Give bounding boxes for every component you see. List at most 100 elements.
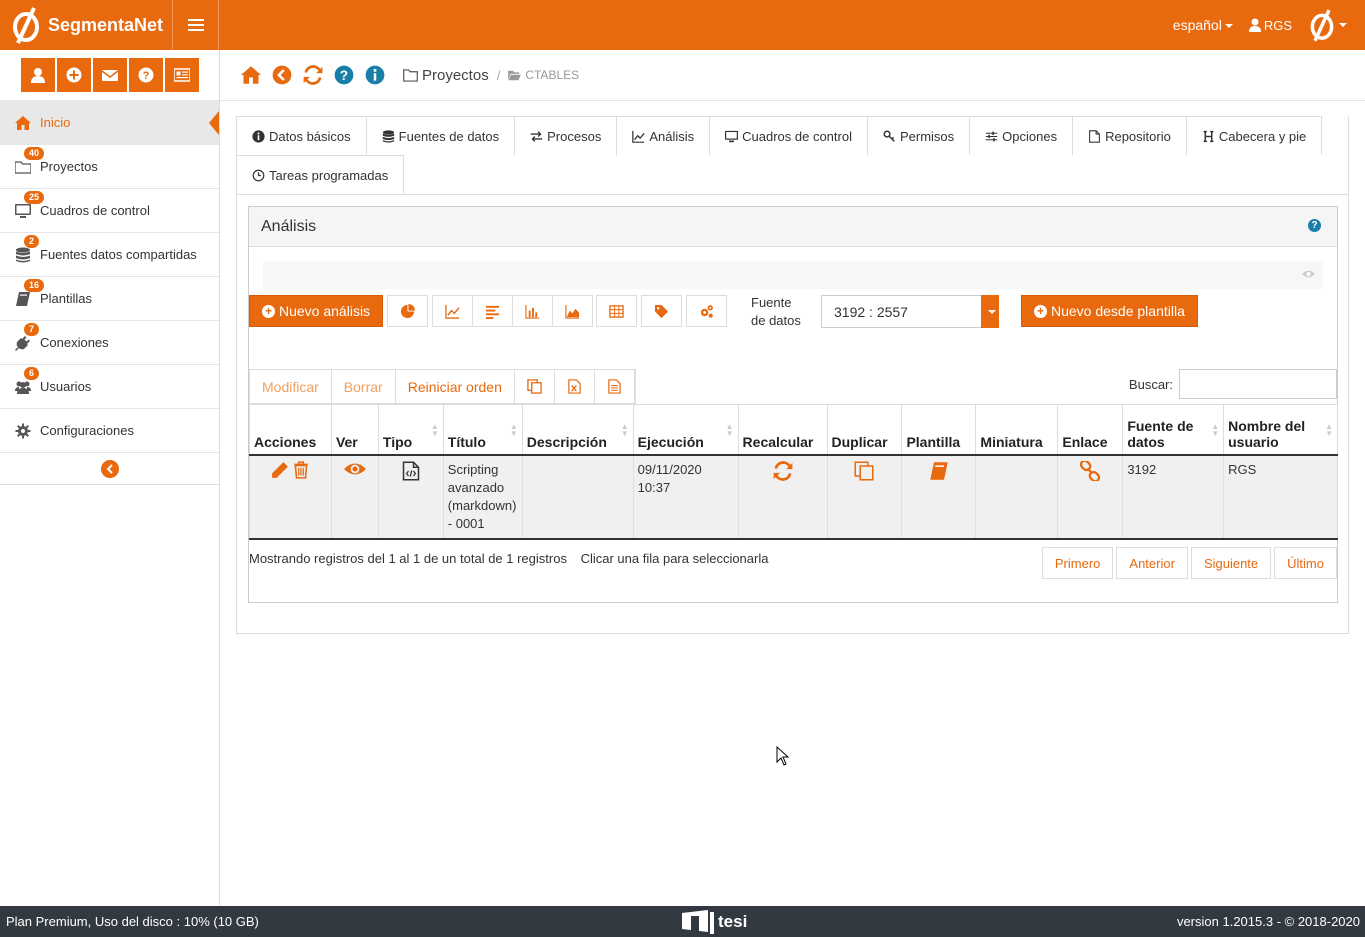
collapse-sidebar-button[interactable]: [100, 459, 119, 478]
app-name: SegmentaNet: [48, 14, 164, 35]
col-titulo[interactable]: Título ▲ ▼: [442, 404, 523, 456]
tab-tareas-programadas[interactable]: Tareas programadas: [236, 155, 405, 194]
pencil-icon[interactable]: [271, 461, 289, 479]
header-icon: [1203, 130, 1214, 142]
export-text-button[interactable]: [594, 370, 635, 403]
tab-procesos[interactable]: Procesos: [514, 116, 618, 155]
search-input[interactable]: [1179, 369, 1337, 399]
tab-opciones[interactable]: Opciones: [969, 116, 1074, 155]
brand[interactable]: SegmentaNet: [0, 0, 172, 50]
bar-horizontal-button[interactable]: [472, 295, 513, 327]
breadcrumb-root[interactable]: Proyectos: [422, 67, 489, 84]
col-miniatura: Miniatura: [975, 404, 1059, 456]
analysis-table: Acciones Ver Tipo ▲ ▼ Título ▲ ▼ Descripción…: [249, 404, 1338, 540]
col-label: Descripción: [526, 433, 607, 450]
last-page-button[interactable]: Último: [1274, 547, 1337, 579]
settings-button[interactable]: [686, 295, 727, 327]
export-excel-button[interactable]: [554, 370, 595, 403]
user-menu[interactable]: RGS: [1248, 18, 1292, 33]
menu-toggle-button[interactable]: [172, 0, 219, 50]
previous-page-button[interactable]: Anterior: [1116, 547, 1188, 579]
col-enlace: Enlace: [1057, 404, 1124, 456]
refresh-button[interactable]: [302, 64, 324, 86]
sidebar-item-inicio[interactable]: Inicio: [0, 101, 219, 145]
row-actions-bar: Modificar Borrar Reiniciar orden: [249, 369, 636, 404]
plan-info: Plan Premium, Uso del disco : 10% (10 GB…: [6, 914, 259, 929]
language-label: español: [1172, 17, 1222, 33]
delete-button[interactable]: Borrar: [331, 370, 396, 403]
col-descripcion[interactable]: Descripción ▲ ▼: [521, 404, 634, 456]
eye-icon[interactable]: [343, 461, 366, 477]
question-circle-icon: ?: [334, 65, 354, 85]
tab-fuentes-de-datos[interactable]: Fuentes de datos: [365, 116, 516, 155]
col-tipo[interactable]: Tipo ▲ ▼: [377, 404, 444, 456]
page-toolbar: ? Proyectos / CTABLES: [220, 50, 1365, 101]
tab-cabecera-y-pie[interactable]: Cabecera y pie: [1185, 116, 1323, 155]
col-recalcular: Recalcular: [737, 404, 828, 456]
sidebar-item-plantillas[interactable]: 16 Plantillas: [0, 277, 219, 321]
link-icon[interactable]: [1080, 459, 1101, 482]
modify-button[interactable]: Modificar: [250, 370, 332, 403]
help-button[interactable]: ?: [333, 64, 355, 86]
new-analysis-button[interactable]: + Nuevo análisis: [249, 295, 384, 327]
first-page-button[interactable]: Primero: [1041, 547, 1114, 579]
envelope-icon: [101, 70, 118, 81]
news-button[interactable]: [164, 58, 199, 92]
col-fuente-de-datos[interactable]: Fuente de datos ▲ ▼: [1122, 404, 1225, 456]
eye-icon[interactable]: [1302, 269, 1315, 279]
messages-button[interactable]: [92, 58, 127, 92]
sidebar-item-configuraciones[interactable]: Configuraciones: [0, 409, 219, 453]
sidebar-item-fuentes-datos-compartidas[interactable]: 2 Fuentes datos compartidas: [0, 233, 219, 277]
table-button[interactable]: [596, 295, 637, 327]
line-chart-button[interactable]: [432, 295, 473, 327]
folder-icon: [403, 68, 418, 82]
sidebar-item-label: Fuentes datos compartidas: [40, 247, 197, 262]
area-chart-button[interactable]: [552, 295, 593, 327]
help-button[interactable]: ?: [128, 58, 163, 92]
chevron-down-icon: [1224, 24, 1233, 29]
sidebar-nav: Inicio 40 Proyectos 25 Cuadros de contro…: [0, 100, 219, 453]
profile-button[interactable]: [20, 58, 55, 92]
folder-open-icon: [508, 70, 522, 80]
data-source-select[interactable]: 3192 : 2557: [821, 295, 999, 328]
refresh-icon[interactable]: [773, 460, 793, 481]
panel-header: Análisis ?: [249, 207, 1337, 247]
trash-icon[interactable]: [292, 460, 310, 479]
sidebar-item-cuadros-de-control[interactable]: 25 Cuadros de control: [0, 189, 219, 233]
book-icon[interactable]: [929, 461, 949, 481]
question-circle-icon[interactable]: ?: [1308, 219, 1321, 232]
home-button[interactable]: [240, 64, 262, 86]
language-dropdown[interactable]: español: [1173, 17, 1233, 33]
table-row[interactable]: Scripting avanzado (markdown) - 0001 09/…: [249, 454, 1338, 540]
info-button[interactable]: [364, 64, 386, 86]
next-page-button[interactable]: Siguiente: [1190, 547, 1272, 579]
bar-chart-button[interactable]: [512, 295, 553, 327]
reset-order-button[interactable]: Reiniciar orden: [395, 370, 515, 403]
breadcrumb-current: CTABLES: [508, 68, 579, 82]
copy-button[interactable]: [514, 370, 555, 403]
copy-icon[interactable]: [854, 461, 874, 481]
count-badge: 7: [24, 323, 40, 336]
file-code-icon: [402, 461, 420, 480]
sidebar-item-conexiones[interactable]: 7 Conexiones: [0, 321, 219, 365]
col-nombre-del-usuario[interactable]: Nombre del usuario ▲ ▼: [1223, 404, 1338, 456]
tag-icon: [654, 304, 669, 318]
tag-button[interactable]: [641, 295, 682, 327]
svg-text:?: ?: [340, 68, 348, 83]
add-button[interactable]: [56, 58, 91, 92]
new-from-template-button[interactable]: + Nuevo desde plantilla: [1021, 295, 1198, 327]
file-excel-icon: [568, 379, 581, 394]
pie-chart-button[interactable]: [387, 295, 428, 327]
tab-repositorio[interactable]: Repositorio: [1072, 116, 1187, 155]
back-button[interactable]: [271, 64, 293, 86]
col-ejecucion[interactable]: Ejecución ▲ ▼: [632, 404, 739, 456]
tab-cuadros-de-control[interactable]: Cuadros de control: [709, 116, 868, 155]
table-info: Mostrando registros del 1 al 1 de un tot…: [249, 551, 778, 566]
sidebar-item-proyectos[interactable]: 40 Proyectos: [0, 145, 219, 189]
table-header-row: Acciones Ver Tipo ▲ ▼ Título ▲ ▼ Descripción…: [249, 404, 1338, 456]
tab-datos-basicos[interactable]: Datos básicos: [236, 116, 367, 155]
tab-permisos[interactable]: Permisos: [866, 116, 971, 155]
app-switcher[interactable]: [1308, 6, 1347, 44]
sidebar-item-usuarios[interactable]: 6 Usuarios: [0, 365, 219, 409]
tab-analisis[interactable]: Análisis: [616, 116, 711, 156]
